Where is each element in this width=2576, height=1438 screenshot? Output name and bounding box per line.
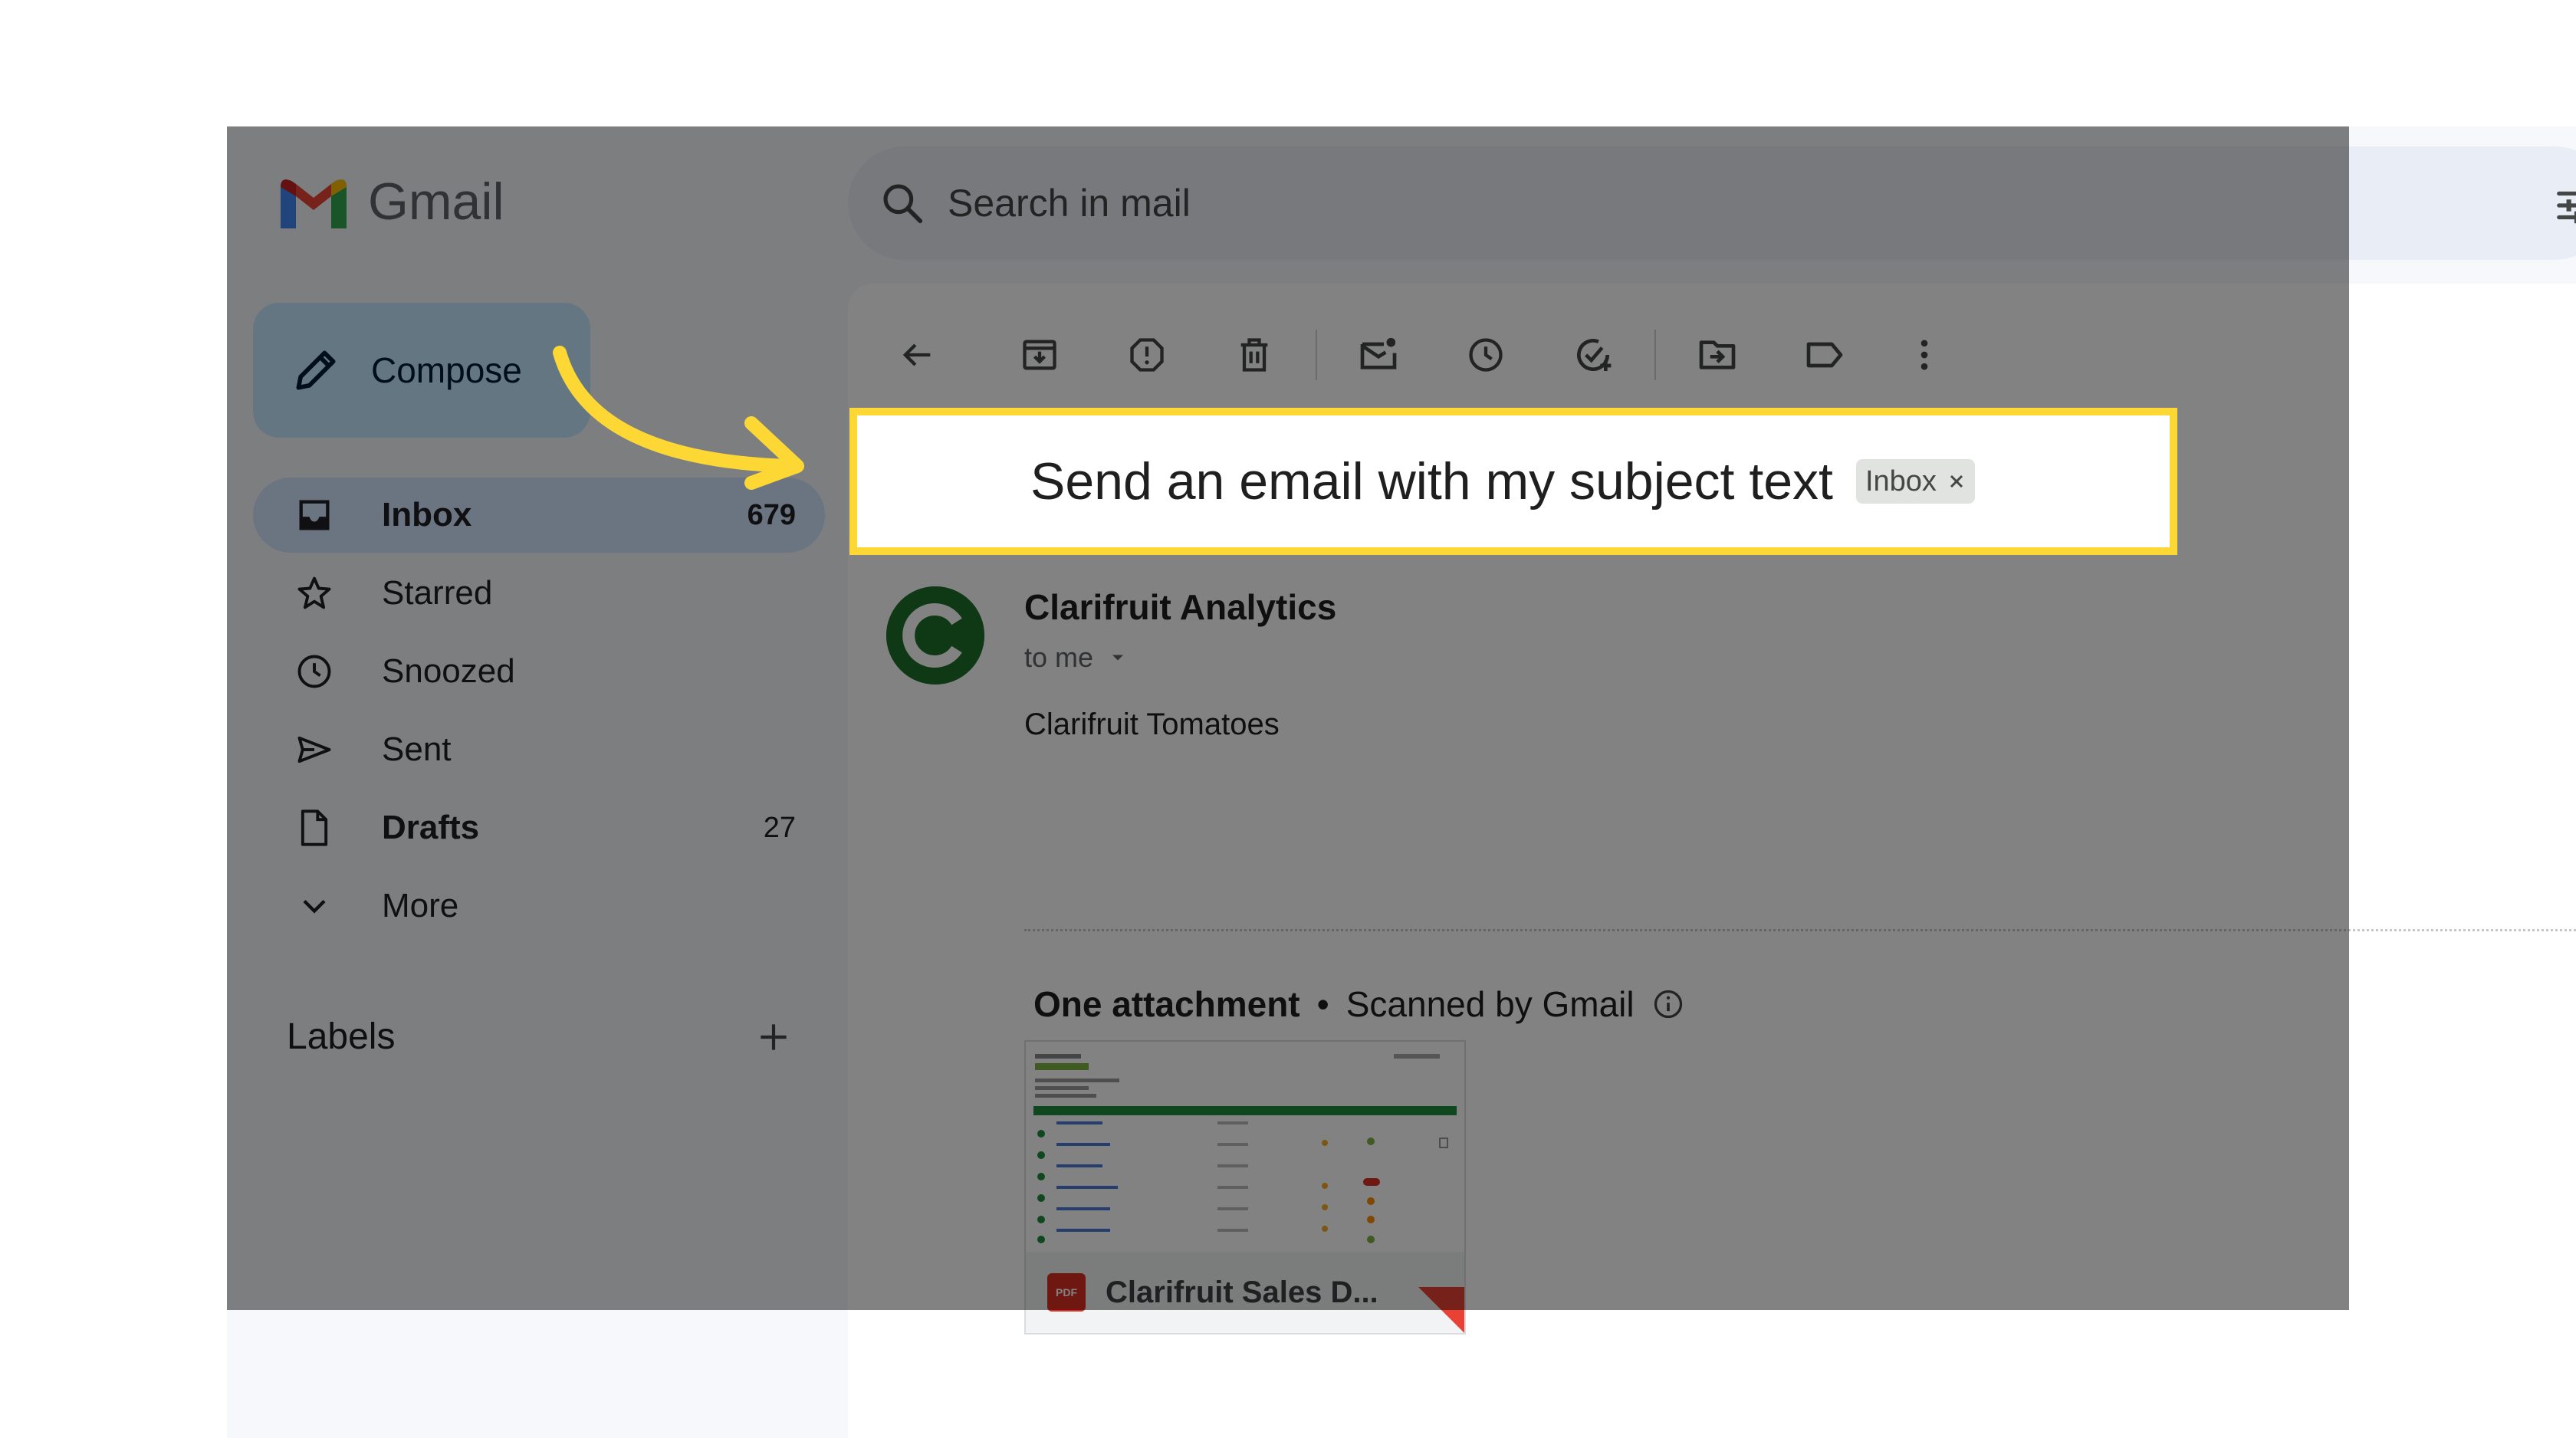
sidebar-item-label: Drafts xyxy=(382,809,480,846)
sidebar-item-label: Snoozed xyxy=(382,652,515,690)
toolbar-divider xyxy=(1654,330,1656,380)
caret-down-icon xyxy=(1112,655,1124,661)
star-icon xyxy=(293,572,336,615)
mark-unread-icon[interactable] xyxy=(1348,324,1409,386)
sidebar-item-label: More xyxy=(382,887,459,924)
close-icon[interactable] xyxy=(1947,472,1966,491)
attachment-name: Clarifruit Sales D... xyxy=(1106,1275,1378,1309)
search-icon[interactable] xyxy=(879,179,926,227)
sidebar-item-sent[interactable]: Sent xyxy=(253,712,825,787)
label-chip-inbox[interactable]: Inbox xyxy=(1855,459,1975,504)
page-curl-icon xyxy=(1418,1287,1464,1333)
move-to-icon[interactable] xyxy=(1687,324,1748,386)
search-bar[interactable] xyxy=(848,146,2576,260)
label-icon[interactable] xyxy=(1794,324,1855,386)
sidebar-item-snoozed[interactable]: Snoozed xyxy=(253,634,825,709)
search-options-icon[interactable] xyxy=(2553,182,2576,229)
attachment-header: One attachment • Scanned by Gmail xyxy=(1033,983,1685,1025)
send-icon xyxy=(293,728,336,771)
sender-name: Clarifruit Analytics xyxy=(1024,587,1337,627)
add-label-icon[interactable] xyxy=(754,1018,793,1056)
sidebar-item-starred[interactable]: Starred xyxy=(253,556,825,631)
sidebar-item-label: Inbox xyxy=(382,496,472,534)
gmail-logo[interactable]: Gmail xyxy=(276,171,504,232)
sender-avatar[interactable] xyxy=(886,586,984,685)
email-subject: Send an email with my subject text xyxy=(1030,452,1833,511)
recipient-details-toggle[interactable]: to me xyxy=(1024,642,1129,674)
sidebar-item-label: Sent xyxy=(382,730,452,768)
pencil-icon xyxy=(296,350,336,390)
sidebar-item-label: Starred xyxy=(382,574,493,612)
draft-icon xyxy=(293,806,336,849)
email-body: Clarifruit Tomatoes xyxy=(1024,708,1280,741)
label-chip-text: Inbox xyxy=(1865,465,1937,497)
compose-button[interactable]: Compose xyxy=(253,303,590,438)
clarifruit-logo-icon xyxy=(886,586,984,685)
email-toolbar xyxy=(886,317,1955,393)
attachment-footer: PDF Clarifruit Sales D... xyxy=(1026,1252,1464,1333)
delete-icon[interactable] xyxy=(1224,324,1285,386)
search-input[interactable] xyxy=(946,180,2022,226)
gmail-logo-icon xyxy=(281,179,347,228)
report-spam-icon[interactable] xyxy=(1116,324,1178,386)
toolbar-divider xyxy=(1316,330,1317,380)
labels-section-header: Labels xyxy=(287,1016,793,1058)
back-arrow-icon[interactable] xyxy=(886,324,948,386)
add-task-icon[interactable] xyxy=(1562,324,1624,386)
sidebar-item-drafts[interactable]: Drafts 27 xyxy=(253,790,825,865)
info-icon[interactable] xyxy=(1651,987,1685,1021)
pdf-icon: PDF xyxy=(1047,1273,1086,1312)
snooze-icon[interactable] xyxy=(1455,324,1516,386)
highlighted-subject: Send an email with my subject text Inbox xyxy=(849,408,2177,555)
chevron-down-icon xyxy=(293,885,336,927)
bullet-separator: • xyxy=(1316,984,1329,1024)
sidebar-item-more[interactable]: More xyxy=(253,868,825,944)
more-vert-icon[interactable] xyxy=(1894,324,1955,386)
app-name: Gmail xyxy=(368,172,504,231)
inbox-icon xyxy=(293,494,336,537)
recipient-line: to me xyxy=(1024,642,1094,673)
gmail-window: Gmail Compose Inbox 679 xyxy=(227,126,2576,1438)
labels-title: Labels xyxy=(287,1016,396,1057)
unread-count: 679 xyxy=(747,498,796,531)
attachment-divider xyxy=(1024,929,2576,931)
compose-label: Compose xyxy=(371,350,522,390)
scan-note: Scanned by Gmail xyxy=(1346,984,1635,1024)
attachment-card[interactable]: PDF Clarifruit Sales D... xyxy=(1024,1040,1466,1335)
sidebar-item-inbox[interactable]: Inbox 679 xyxy=(253,478,825,553)
clock-icon xyxy=(293,650,336,693)
pdf-thumbnail xyxy=(1026,1042,1464,1256)
attachment-count: One attachment xyxy=(1033,984,1300,1024)
archive-icon[interactable] xyxy=(1009,324,1070,386)
draft-count: 27 xyxy=(763,811,796,844)
